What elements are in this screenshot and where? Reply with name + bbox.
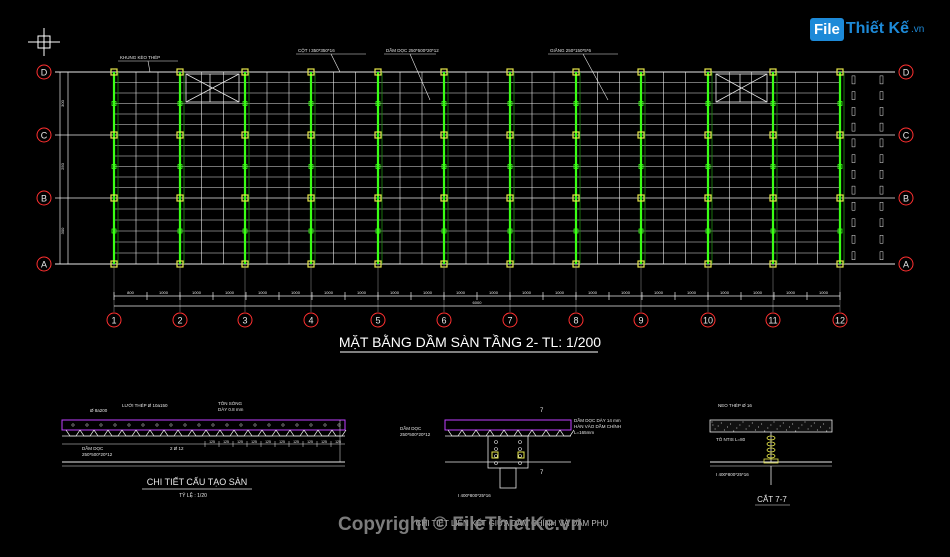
dimension-text: 1000 bbox=[588, 290, 598, 295]
callout-text: KHUNG KÈO THÉP bbox=[120, 54, 160, 60]
label-text: 250*500*20*12 bbox=[400, 432, 431, 437]
axis-label: 4 bbox=[308, 316, 313, 326]
dimension-text: 125 bbox=[321, 440, 327, 444]
dimension-text: 125 bbox=[251, 440, 257, 444]
floor-beam-plan: D DC CB BA A1 2 3 4 5 6 7 8 9 10 11 12800 1000 1000 1000 10… bbox=[36, 46, 914, 328]
axis-label: 5 bbox=[375, 316, 380, 326]
watermark: Copyright © FileThietKe.vn bbox=[338, 514, 583, 535]
axis-label: 11 bbox=[768, 316, 777, 326]
callout-text: GIẰNG 250*150*5*6 bbox=[550, 46, 592, 53]
axis-label: 8 bbox=[573, 316, 578, 326]
plan-title: MẶT BẰNG DẦM SÀN TẦNG 2- TL: 1/200 bbox=[339, 333, 601, 350]
axis-label: C bbox=[903, 131, 910, 141]
bolt bbox=[518, 440, 522, 444]
axis-label: A bbox=[41, 260, 47, 270]
callout-text: CỘT I 350*350*16 bbox=[298, 47, 335, 53]
axis-label: 2 bbox=[177, 316, 182, 326]
dimension-text: 1000 bbox=[720, 290, 730, 295]
section-mark: 7 bbox=[540, 408, 544, 414]
dimension-text: 1000 bbox=[819, 290, 829, 295]
label-text: TÔ NTIS L=80 bbox=[716, 436, 746, 442]
axis-label: C bbox=[41, 131, 48, 141]
dimension-text: 1000 bbox=[324, 290, 334, 295]
dimension-text: 250 bbox=[60, 162, 65, 169]
section-mark: 7 bbox=[540, 470, 544, 476]
dimension-total: 6000 bbox=[473, 300, 483, 305]
dimension-text: 125 bbox=[279, 440, 285, 444]
dimension-text: 1000 bbox=[225, 290, 235, 295]
section-7-7-detail: NEO THÉP Ø 16 TÔ NTIS L=80 I 400*800*25*16… bbox=[709, 402, 833, 506]
dimension-text: 1000 bbox=[555, 290, 565, 295]
label-text: DẦM DỌC bbox=[82, 445, 104, 451]
dimension-text: 1000 bbox=[390, 290, 400, 295]
label-text: 2 Ø 12 bbox=[170, 446, 184, 451]
axis-label: D bbox=[903, 68, 910, 78]
logo-box: File bbox=[810, 17, 844, 41]
bolt bbox=[494, 454, 498, 458]
dimension-text: 300 bbox=[60, 227, 65, 234]
dimension-text: 1000 bbox=[753, 290, 763, 295]
dimension-text: 1000 bbox=[291, 290, 301, 295]
logo-suffix: .vn bbox=[910, 23, 925, 35]
label-text: Ø 8a200 bbox=[90, 408, 108, 413]
axis-label: 12 bbox=[835, 316, 845, 326]
bolt bbox=[494, 447, 498, 451]
axis-label: B bbox=[41, 194, 47, 204]
label-text: I 400*800*25*16 bbox=[458, 493, 491, 498]
detail-title: CẮT 7-7 bbox=[757, 495, 787, 504]
detail-subtitle: TỶ LỆ : 1/20 bbox=[179, 491, 207, 499]
site-logo[interactable]: File Thiết Kế .vn bbox=[810, 14, 924, 44]
label-text: 250*500*20*12 bbox=[82, 452, 113, 457]
axis-label: 6 bbox=[441, 316, 446, 326]
dimension-text: 300 bbox=[60, 99, 65, 106]
label-text: I 400*800*25*16 bbox=[716, 472, 749, 477]
bolt bbox=[494, 440, 498, 444]
axis-label: 9 bbox=[638, 316, 643, 326]
detail-title: CHI TIẾT CẤU TẠO SÀN bbox=[147, 477, 248, 487]
dimension-text: 1000 bbox=[654, 290, 664, 295]
bolt bbox=[518, 454, 522, 458]
label-text: TÔN SÓNG bbox=[218, 400, 243, 406]
bolt bbox=[518, 447, 522, 451]
dimension-text: 1000 bbox=[159, 290, 169, 295]
label-text: DÀY 0.8 mm bbox=[218, 406, 244, 412]
dimension-text: 1000 bbox=[489, 290, 499, 295]
logo-text: Thiết Kế bbox=[845, 20, 909, 37]
dimension-text: 1000 bbox=[621, 290, 631, 295]
cad-drawing: D DC CB BA A1 2 3 4 5 6 7 8 9 10 11 12800 1000 1000 1000 10… bbox=[28, 28, 914, 528]
label-text: LƯỚI THÉP Ø 10a150 bbox=[122, 402, 168, 408]
dimension-text: 125 bbox=[265, 440, 271, 444]
label-text: HÀN VÀO DẦM CHÍNH bbox=[574, 423, 621, 429]
callout-text: DẦM DỌC 250*500*20*12 bbox=[386, 47, 439, 53]
dimension-text: 1000 bbox=[786, 290, 796, 295]
dimension-text: 125 bbox=[293, 440, 299, 444]
axis-label: A bbox=[903, 260, 909, 270]
dimension-text: 125 bbox=[237, 440, 243, 444]
dimension-text: 125 bbox=[307, 440, 313, 444]
dimension-text: 1000 bbox=[192, 290, 202, 295]
axis-label: 3 bbox=[242, 316, 247, 326]
dimension-text: 1000 bbox=[687, 290, 697, 295]
axis-label: B bbox=[903, 194, 909, 204]
label-text: DẦM DỌC bbox=[400, 425, 422, 431]
axis-label: 1 bbox=[111, 316, 116, 326]
dimension-text: 800 bbox=[127, 290, 134, 295]
beam-connection-detail: DẦM DỌC250*500*20*12 DẦM DỌC DÀY 14 mmHÀN… bbox=[400, 408, 621, 528]
dimension-text: 1000 bbox=[258, 290, 268, 295]
axis-label: 10 bbox=[703, 316, 713, 326]
dimension-text: 125 bbox=[209, 440, 215, 444]
ucs-icon bbox=[28, 28, 60, 56]
label-text: DẦM DỌC DÀY 14 mm bbox=[574, 417, 621, 423]
dimension-text: 1000 bbox=[456, 290, 466, 295]
floor-structure-detail: 125 125 125 125 125 125 125 125 125 125Ø 8a200LƯỚ… bbox=[61, 400, 347, 499]
dimension-text: 125 bbox=[223, 440, 229, 444]
dimension-text: 1000 bbox=[357, 290, 367, 295]
label-text: L=165mm bbox=[574, 430, 594, 435]
dimension-text: 1000 bbox=[522, 290, 532, 295]
axis-label: 7 bbox=[507, 316, 512, 326]
dimension-text: 1000 bbox=[423, 290, 433, 295]
label-text: NEO THÉP Ø 16 bbox=[718, 402, 752, 408]
axis-label: D bbox=[41, 68, 48, 78]
